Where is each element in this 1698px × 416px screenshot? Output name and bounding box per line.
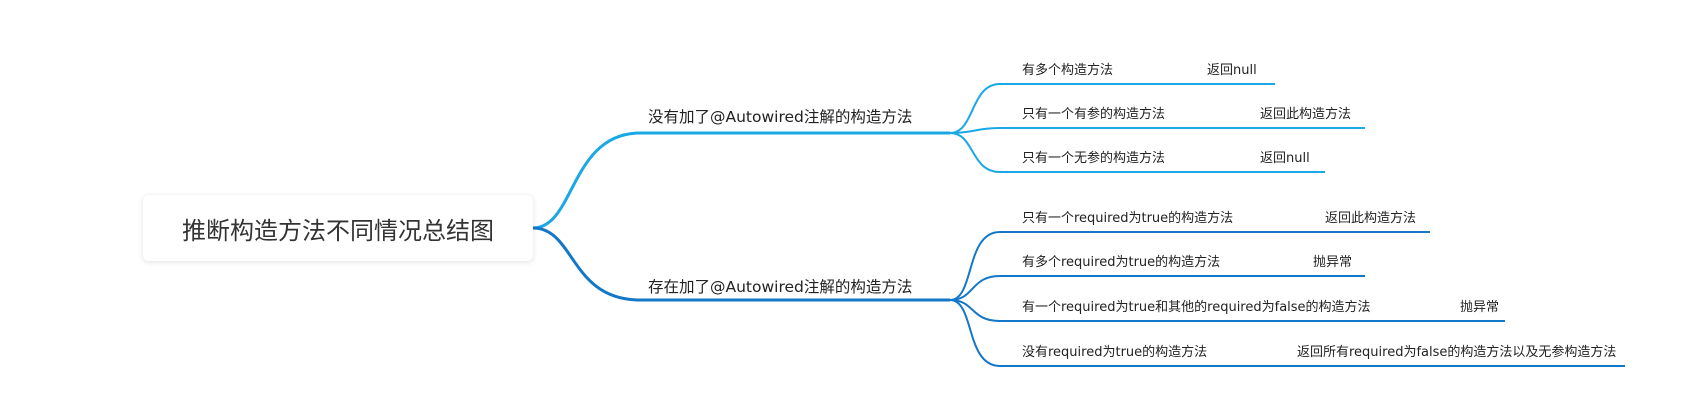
result-b2-4[interactable]: 返回所有required为false的构造方法以及无参构造方法 <box>1297 345 1616 361</box>
result-label: 返回此构造方法 <box>1260 107 1352 122</box>
branch-topic-has-autowired[interactable]: 存在加了@Autowired注解的构造方法 <box>648 277 912 297</box>
subtopic-b2-1[interactable]: 只有一个required为true的构造方法 <box>1022 211 1233 227</box>
subtopic-label: 只有一个无参的构造方法 <box>1022 151 1166 166</box>
result-b2-3[interactable]: 抛异常 <box>1460 300 1499 316</box>
branch-topic-label: 没有加了@Autowired注解的构造方法 <box>648 108 913 126</box>
subtopic-b1-3[interactable]: 只有一个无参的构造方法 <box>1022 151 1165 167</box>
result-label: 返回此构造方法 <box>1325 211 1417 226</box>
subtopic-b2-2[interactable]: 有多个required为true的构造方法 <box>1022 255 1220 271</box>
result-b2-1[interactable]: 返回此构造方法 <box>1325 211 1416 227</box>
branch-topic-no-autowired[interactable]: 没有加了@Autowired注解的构造方法 <box>648 107 912 127</box>
subtopic-label: 有多个required为true的构造方法 <box>1022 255 1221 270</box>
connector-b1-child-2 <box>949 127 1365 134</box>
subtopic-label: 没有required为true的构造方法 <box>1022 345 1208 360</box>
subtopic-b2-3[interactable]: 有一个required为true和其他的required为false的构造方法 <box>1022 300 1371 316</box>
branch-topic-label: 存在加了@Autowired注解的构造方法 <box>648 278 913 296</box>
result-b1-1[interactable]: 返回null <box>1207 63 1257 79</box>
result-label: 返回null <box>1260 151 1310 166</box>
connector-b2-child-2 <box>949 275 1365 301</box>
result-label: 返回所有required为false的构造方法以及无参构造方法 <box>1297 345 1617 360</box>
result-b2-2[interactable]: 抛异常 <box>1313 255 1352 271</box>
subtopic-b1-1[interactable]: 有多个构造方法 <box>1022 63 1113 79</box>
result-b1-3[interactable]: 返回null <box>1260 151 1310 167</box>
root-topic[interactable]: 推断构造方法不同情况总结图 <box>143 195 533 261</box>
subtopic-label: 有多个构造方法 <box>1022 63 1114 78</box>
subtopic-label: 只有一个有参的构造方法 <box>1022 107 1166 122</box>
subtopic-b2-4[interactable]: 没有required为true的构造方法 <box>1022 345 1207 361</box>
subtopic-label: 只有一个required为true的构造方法 <box>1022 211 1234 226</box>
root-topic-label: 推断构造方法不同情况总结图 <box>182 216 494 245</box>
result-label: 返回null <box>1207 63 1257 78</box>
subtopic-label: 有一个required为true和其他的required为false的构造方法 <box>1022 300 1371 315</box>
connector-root-branch-1 <box>532 131 950 230</box>
result-label: 抛异常 <box>1460 300 1500 315</box>
result-b1-2[interactable]: 返回此构造方法 <box>1260 107 1351 123</box>
subtopic-b1-2[interactable]: 只有一个有参的构造方法 <box>1022 107 1165 123</box>
result-label: 抛异常 <box>1313 255 1353 270</box>
